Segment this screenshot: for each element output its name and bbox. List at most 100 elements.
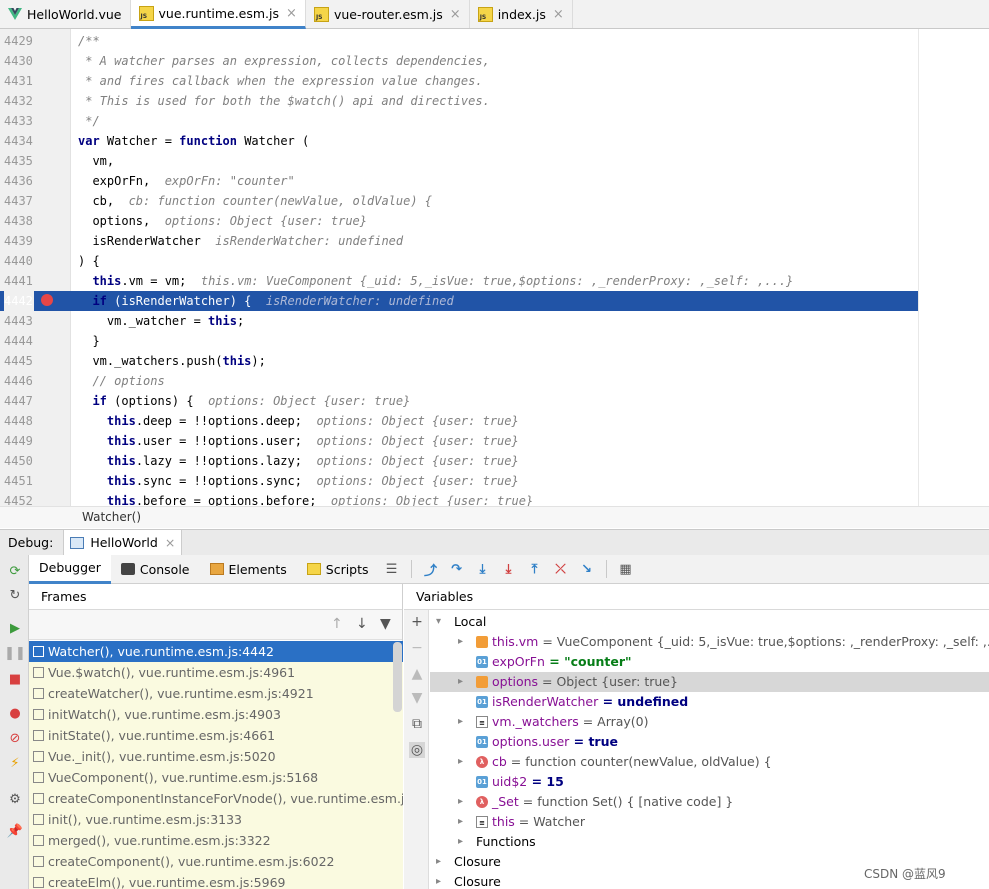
resume-icon[interactable]: ▶ <box>7 620 23 636</box>
code-line[interactable]: 4445 vm._watchers.push(this); <box>0 351 918 371</box>
code-editor[interactable]: 4429 /** 4430 * A watcher parses an expres… <box>0 29 989 506</box>
pin-icon[interactable]: 📌 <box>7 823 23 839</box>
chevron-right-icon[interactable]: ▸ <box>458 712 463 732</box>
tab-index-js[interactable]: JS index.js × <box>470 0 573 28</box>
chevron-right-icon[interactable]: ▸ <box>458 752 463 772</box>
code-line[interactable]: 4443 vm._watcher = this; <box>0 311 918 331</box>
drop-frame-icon[interactable]: ⤫ <box>551 559 571 579</box>
close-icon[interactable]: × <box>553 7 564 22</box>
remove-watch-icon[interactable]: − <box>409 640 425 656</box>
frame-item[interactable]: Vue._init(), vue.runtime.esm.js:5020 <box>29 746 403 767</box>
frames-scrollbar[interactable] <box>393 642 402 712</box>
variable-row[interactable]: ▸ Functions <box>430 832 989 852</box>
code-line[interactable]: 4437 cb, cb: function counter(newValue, … <box>0 191 918 211</box>
variable-row[interactable]: ▸ ≡ this = Watcher <box>430 812 989 832</box>
chevron-right-icon[interactable]: ▸ <box>458 792 463 812</box>
variable-row[interactable]: 01 expOrFn = "counter" <box>430 652 989 672</box>
debug-session-tab[interactable]: HelloWorld × <box>63 529 183 556</box>
variable-row[interactable]: ▸ options = Object {user: true} <box>430 672 989 692</box>
step-over-icon[interactable]: ↷ <box>447 559 467 579</box>
evaluate-expression-icon[interactable]: ▦ <box>616 559 636 579</box>
frame-item[interactable]: initState(), vue.runtime.esm.js:4661 <box>29 725 403 746</box>
frame-item[interactable]: Vue.$watch(), vue.runtime.esm.js:4961 <box>29 662 403 683</box>
chevron-right-icon[interactable]: ▸ <box>458 632 463 652</box>
refresh-icon[interactable]: ↻ <box>7 587 23 603</box>
variable-row[interactable]: ▸ ≡ vm._watchers = Array(0) <box>430 712 989 732</box>
frame-item[interactable]: Watcher(), vue.runtime.esm.js:4442 <box>29 641 403 662</box>
variable-row[interactable]: ▾ Local <box>430 612 989 632</box>
code-line[interactable]: 4433 */ <box>0 111 918 131</box>
tab-debugger[interactable]: Debugger <box>29 554 111 584</box>
frame-item[interactable]: createComponentInstanceForVnode(), vue.r… <box>29 788 403 809</box>
chevron-right-icon[interactable]: ▸ <box>436 872 441 889</box>
move-up-icon[interactable]: ▲ <box>409 666 425 682</box>
code-line[interactable]: 4432 * This is used for both the $watch(… <box>0 91 918 111</box>
tab-elements[interactable]: Elements <box>200 555 297 584</box>
frame-item[interactable]: createWatcher(), vue.runtime.esm.js:4921 <box>29 683 403 704</box>
pause-icon[interactable]: ❚❚ <box>4 645 26 661</box>
rerun-icon[interactable]: ⟳ <box>7 563 23 579</box>
code-line[interactable]: 4448 this.deep = !!options.deep; options… <box>0 411 918 431</box>
arrow-down-icon[interactable]: ↓ <box>356 616 368 632</box>
tab-scripts[interactable]: Scripts <box>297 555 379 584</box>
code-line[interactable]: 4450 this.lazy = !!options.lazy; options… <box>0 451 918 471</box>
filter-icon[interactable]: ▼ <box>380 616 391 632</box>
copy-icon[interactable]: ⧉ <box>409 716 425 732</box>
code-line[interactable]: 4446 // options <box>0 371 918 391</box>
code-line[interactable]: 4436 expOrFn, expOrFn: "counter" <box>0 171 918 191</box>
variable-row[interactable]: ▸ this.vm = VueComponent {_uid: 5,_isVue:… <box>430 632 989 652</box>
tab-vue-runtime-esm[interactable]: JS vue.runtime.esm.js × <box>130 0 306 29</box>
code-line[interactable]: 4447 if (options) { options: Object {use… <box>0 391 918 411</box>
code-line[interactable]: 4440) { <box>0 251 918 271</box>
variable-row[interactable]: 01 isRenderWatcher = undefined <box>430 692 989 712</box>
breadcrumb[interactable]: Watcher() <box>0 506 989 528</box>
frame-item[interactable]: merged(), vue.runtime.esm.js:3322 <box>29 830 403 851</box>
variable-row[interactable]: 01 uid$2 = 15 <box>430 772 989 792</box>
chevron-right-icon[interactable]: ▸ <box>458 812 463 832</box>
step-out-icon[interactable]: ⤒ <box>525 559 545 579</box>
close-icon[interactable]: × <box>286 6 297 21</box>
mute-breakpoints-icon[interactable]: ⊘ <box>7 730 23 746</box>
tab-console[interactable]: Console <box>111 555 200 584</box>
glasses-icon[interactable]: ◎ <box>409 742 425 758</box>
add-watch-icon[interactable]: + <box>409 614 425 630</box>
arrow-up-icon[interactable]: ↑ <box>331 616 343 632</box>
frame-item[interactable]: VueComponent(), vue.runtime.esm.js:5168 <box>29 767 403 788</box>
code-line[interactable]: 4430 * A watcher parses an expression, c… <box>0 51 918 71</box>
code-line[interactable]: 4438 options, options: Object {user: tru… <box>0 211 918 231</box>
code-line[interactable]: 4434 var Watcher = function Watcher ( <box>0 131 918 151</box>
chevron-right-icon[interactable]: ▸ <box>458 672 463 692</box>
code-line[interactable]: 4451 this.sync = !!options.sync; options… <box>0 471 918 491</box>
step-into-icon[interactable]: ⤓ <box>473 559 493 579</box>
frame-item[interactable]: init(), vue.runtime.esm.js:3133 <box>29 809 403 830</box>
move-down-icon[interactable]: ▼ <box>409 690 425 706</box>
show-execution-point-icon[interactable]: ⤴ <box>421 559 441 579</box>
close-icon[interactable]: × <box>450 7 461 22</box>
code-line[interactable]: 4441 this.vm = vm; this.vm: VueComponent… <box>0 271 918 291</box>
code-line[interactable]: 4429 /** <box>0 31 918 51</box>
lightning-icon[interactable]: ⚡ <box>7 755 23 771</box>
frame-item[interactable]: createComponent(), vue.runtime.esm.js:60… <box>29 851 403 872</box>
stop-icon[interactable]: ■ <box>7 671 23 687</box>
view-breakpoints-icon[interactable]: ● <box>7 705 23 721</box>
code-line[interactable]: 4431 * and fires callback when the expre… <box>0 71 918 91</box>
code-line[interactable]: 4442 if (isRenderWatcher) { isRenderWatc… <box>0 291 918 311</box>
close-icon[interactable]: × <box>165 535 175 550</box>
frame-item[interactable]: initWatch(), vue.runtime.esm.js:4903 <box>29 704 403 725</box>
code-line[interactable]: 4444 } <box>0 331 918 351</box>
force-step-into-icon[interactable]: ⤓ <box>499 559 519 579</box>
code-line[interactable]: 4449 this.user = !!options.user; options… <box>0 431 918 451</box>
chevron-right-icon[interactable]: ▸ <box>458 832 463 852</box>
tab-vue-router-esm[interactable]: JS vue-router.esm.js × <box>306 0 470 28</box>
chevron-right-icon[interactable]: ▸ <box>436 852 441 872</box>
tab-helloworld-vue[interactable]: HelloWorld.vue <box>0 0 131 28</box>
code-line[interactable]: 4439 isRenderWatcher isRenderWatcher: un… <box>0 231 918 251</box>
code-line[interactable]: 4452 this.before = options.before; optio… <box>0 491 918 506</box>
breakpoint-icon[interactable] <box>41 294 53 306</box>
chevron-down-icon[interactable]: ▾ <box>436 612 441 632</box>
code-line[interactable]: 4435 vm, <box>0 151 918 171</box>
run-to-cursor-icon[interactable]: ↘ <box>577 559 597 579</box>
frame-item[interactable]: createElm(), vue.runtime.esm.js:5969 <box>29 872 403 889</box>
gear-icon[interactable]: ⚙ <box>7 791 23 807</box>
menu-icon[interactable]: ☰ <box>382 559 402 579</box>
